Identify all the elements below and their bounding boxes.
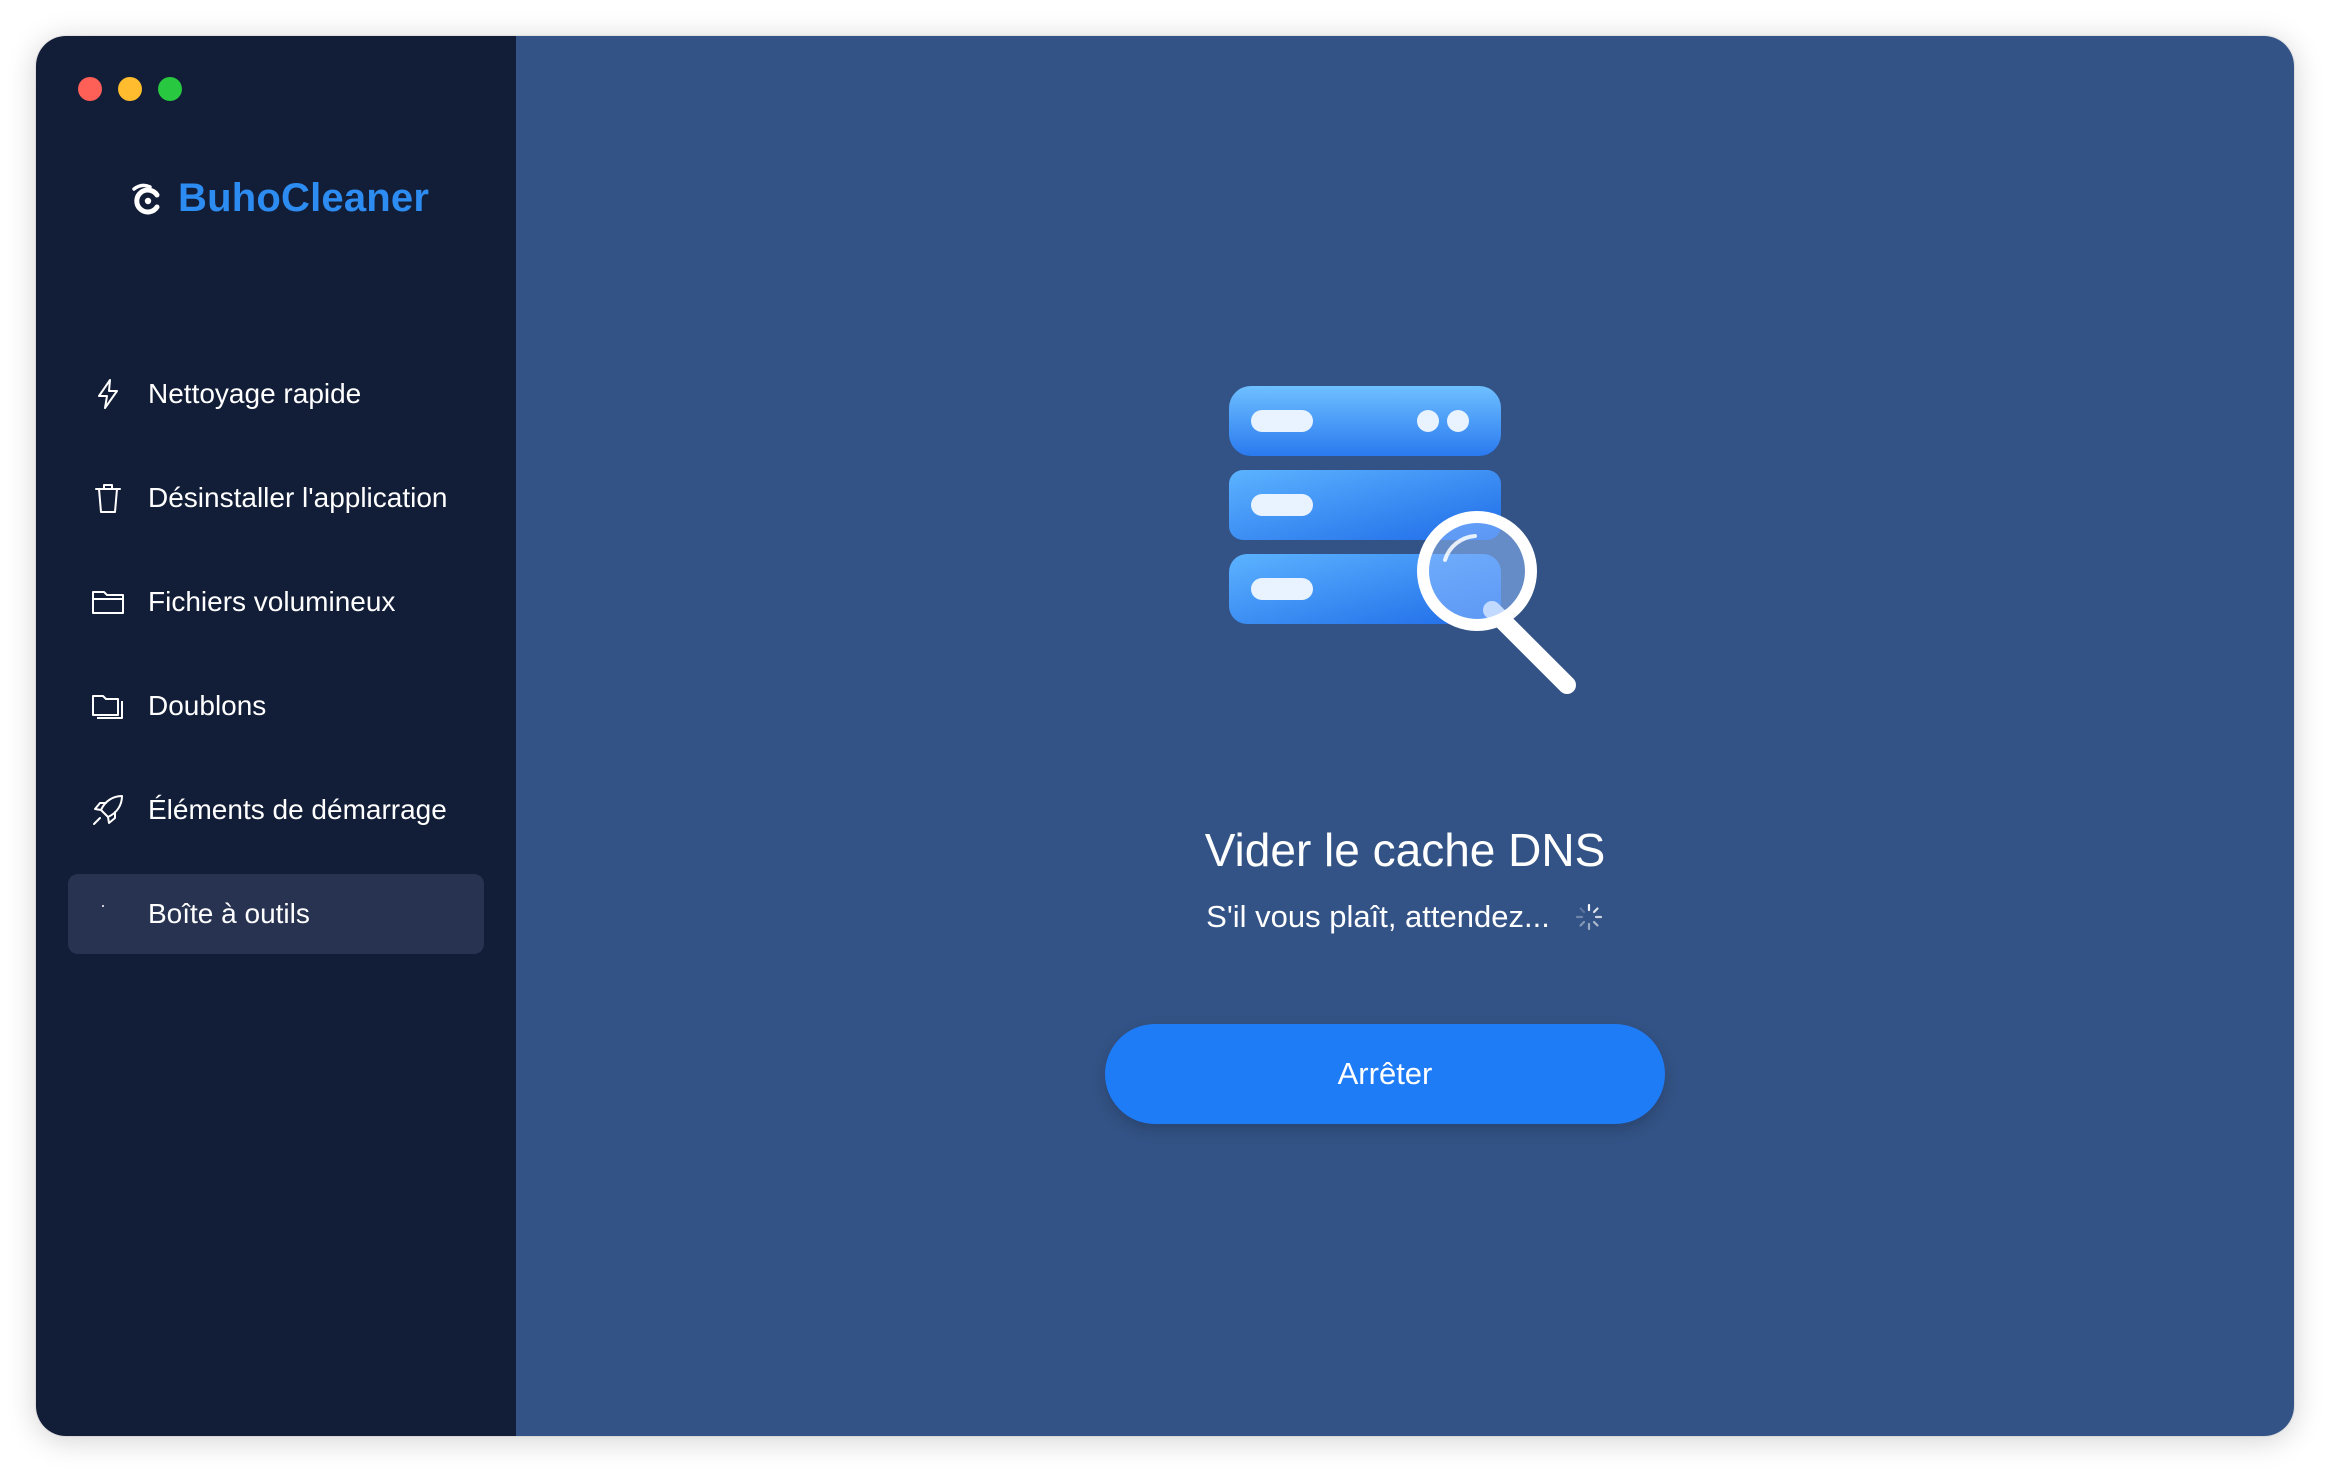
- sidebar-item-quick-clean[interactable]: Nettoyage rapide: [68, 354, 484, 434]
- minimize-window-button[interactable]: [118, 77, 142, 101]
- sidebar-item-label: Doublons: [148, 690, 267, 721]
- sidebar-item-duplicates[interactable]: Doublons: [68, 666, 484, 746]
- status-row: S'il vous plaît, attendez...: [516, 896, 2294, 938]
- sidebar-item-uninstall[interactable]: Désinstaller l'application: [68, 458, 484, 538]
- buhocleaner-logo-icon: [132, 183, 160, 214]
- sidebar-item-label: Boîte à outils: [148, 898, 310, 929]
- sidebar-item-startup[interactable]: Éléments de démarrage: [68, 770, 484, 850]
- app-window: BuhoCleaner Nettoyage rapide Désinstalle…: [36, 36, 2294, 1436]
- window-controls: [78, 77, 182, 101]
- main-panel: Vider le cache DNS S'il vous plaît, atte…: [516, 36, 2294, 1436]
- rocket-icon: [90, 792, 126, 828]
- status-text: S'il vous plaît, attendez...: [1206, 899, 1550, 934]
- sidebar-item-large-files[interactable]: Fichiers volumineux: [68, 562, 484, 642]
- toolbox-icon: [90, 896, 126, 932]
- stop-button[interactable]: Arrêter: [1105, 1024, 1665, 1124]
- sidebar: BuhoCleaner Nettoyage rapide Désinstalle…: [36, 36, 516, 1436]
- duplicate-folder-icon: [90, 688, 126, 724]
- lightning-icon: [90, 376, 126, 412]
- app-name: BuhoCleaner: [178, 176, 430, 220]
- sidebar-item-label: Fichiers volumineux: [148, 586, 396, 617]
- maximize-window-button[interactable]: [158, 77, 182, 101]
- brand: BuhoCleaner: [130, 176, 429, 221]
- folder-icon: [90, 584, 126, 620]
- trash-icon: [90, 480, 126, 516]
- task-title: Vider le cache DNS: [1204, 824, 1606, 876]
- sidebar-item-label: Nettoyage rapide: [148, 378, 362, 409]
- sidebar-item-label: Désinstaller l'application: [148, 482, 448, 513]
- sidebar-nav: Nettoyage rapide Désinstaller l'applicat…: [68, 354, 484, 978]
- spinner-icon: [1575, 903, 1602, 931]
- sidebar-item-toolbox[interactable]: Boîte à outils: [68, 874, 484, 954]
- server-magnifier-icon: [1229, 386, 1576, 694]
- close-window-button[interactable]: [78, 77, 102, 101]
- sidebar-item-label: Éléments de démarrage: [148, 794, 447, 825]
